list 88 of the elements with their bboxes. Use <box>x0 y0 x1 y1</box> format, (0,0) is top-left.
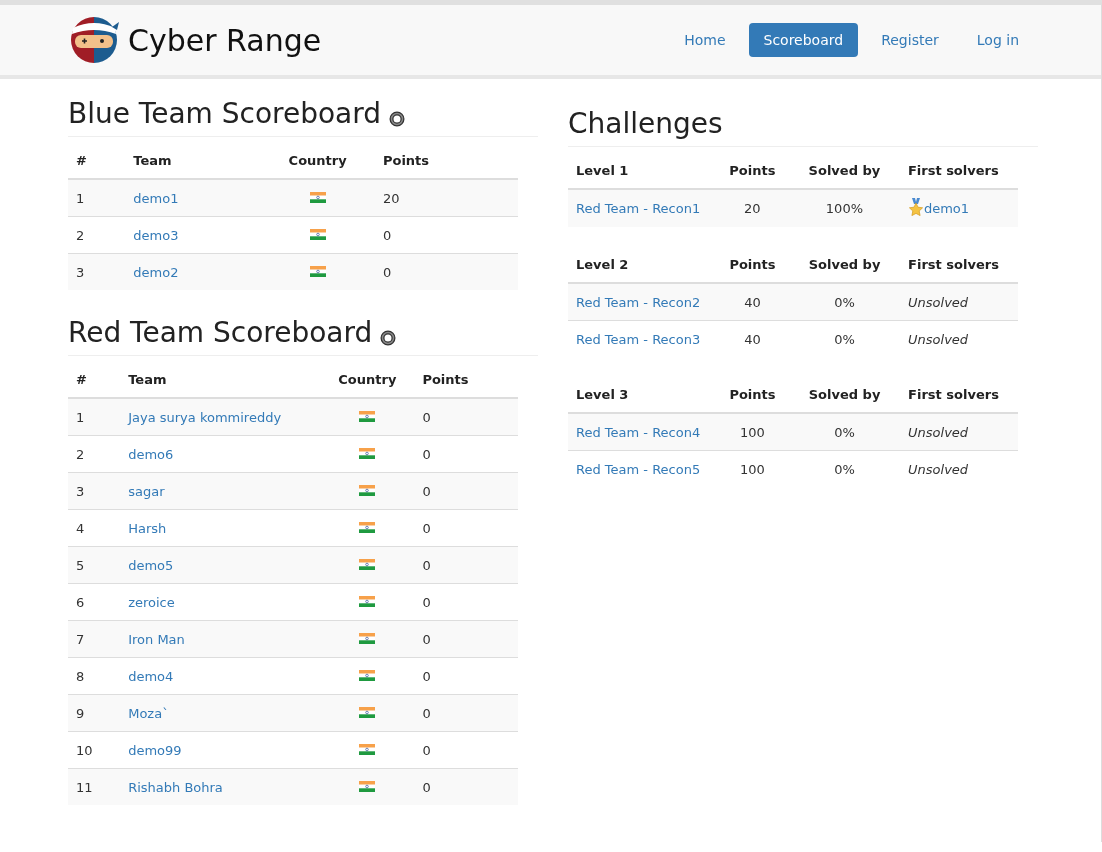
rank-cell: 1 <box>68 179 126 217</box>
rank-cell: 4 <box>68 509 121 547</box>
points-cell: 20 <box>715 189 789 227</box>
solved-percent-cell: 0% <box>789 320 901 357</box>
rank-cell: 2 <box>68 435 121 473</box>
team-link[interactable]: demo1 <box>133 190 179 206</box>
section-title: Red Team Scoreboard <box>68 316 373 349</box>
nav-link[interactable]: Home <box>669 23 741 57</box>
points-cell: 0 <box>414 398 518 436</box>
solved-percent-cell: 0% <box>789 283 901 321</box>
challenge-link[interactable]: Red Team - Recon4 <box>576 424 701 440</box>
nav-link[interactable]: Register <box>866 23 954 57</box>
rank-cell: 2 <box>68 216 126 254</box>
team-link[interactable]: demo5 <box>128 557 174 573</box>
challenge-link[interactable]: Red Team - Recon2 <box>576 294 701 310</box>
flag-icon <box>359 410 376 422</box>
solved-percent-cell: 0% <box>789 413 901 451</box>
rank-cell: 11 <box>68 768 121 805</box>
solved-percent-cell: 0% <box>789 450 901 487</box>
flag-icon <box>359 743 376 755</box>
points-cell: 0 <box>414 657 518 695</box>
rank-cell: 3 <box>68 472 121 510</box>
section-title: Blue Team Scoreboard <box>68 97 382 130</box>
rank-cell: 7 <box>68 620 121 658</box>
rank-cell: 10 <box>68 731 121 769</box>
points-cell: 0 <box>414 694 518 732</box>
points-cell: 0 <box>414 731 518 769</box>
rank-cell: 9 <box>68 694 121 732</box>
team-link[interactable]: demo3 <box>133 227 179 243</box>
section-title: Challenges <box>568 107 723 140</box>
team-link[interactable]: demo6 <box>128 446 174 462</box>
flag-icon <box>309 228 326 240</box>
rank-cell: 1 <box>68 398 121 436</box>
team-link[interactable]: Jaya surya kommireddy <box>128 409 282 425</box>
points-cell: 0 <box>414 435 518 473</box>
flag-icon <box>359 595 376 607</box>
unsolved-label: Unsolved <box>908 461 969 477</box>
team-link[interactable]: demo2 <box>133 264 179 280</box>
team-link[interactable]: Iron Man <box>128 631 185 647</box>
nav-link[interactable]: Scoreboard <box>748 23 859 57</box>
flag-icon <box>359 669 376 681</box>
points-cell: 0 <box>374 216 518 254</box>
points-cell: 20 <box>374 179 518 217</box>
team-link[interactable]: demo4 <box>128 668 174 684</box>
team-link[interactable]: Rishabh Bohra <box>128 779 223 795</box>
solver-link[interactable]: demo1 <box>923 201 970 216</box>
flag-icon <box>359 632 376 644</box>
points-cell: 0 <box>414 583 518 621</box>
unsolved-label: Unsolved <box>908 424 969 440</box>
medal-icon <box>907 198 924 216</box>
points-cell: 0 <box>414 768 518 805</box>
team-link[interactable]: sagar <box>128 483 165 499</box>
unsolved-label: Unsolved <box>908 294 969 310</box>
flag-icon <box>359 558 376 570</box>
flag-icon <box>359 447 376 459</box>
challenge-link[interactable]: Red Team - Recon3 <box>576 331 701 347</box>
challenge-link[interactable]: Red Team - Recon5 <box>576 461 701 477</box>
brand-title: Cyber Range <box>128 22 322 58</box>
rank-cell: 3 <box>68 253 126 290</box>
challenge-link[interactable]: Red Team - Recon1 <box>576 201 701 216</box>
points-cell: 0 <box>414 509 518 547</box>
points-cell: 0 <box>414 472 518 510</box>
flag-icon <box>309 265 326 277</box>
points-cell: 100 <box>715 413 790 451</box>
team-link[interactable]: demo99 <box>128 742 182 758</box>
points-cell: 0 <box>374 253 518 290</box>
points-cell: 40 <box>715 320 790 357</box>
spinner-icon <box>389 110 406 127</box>
points-cell: 0 <box>414 620 518 658</box>
solved-percent-cell: 100% <box>788 189 900 227</box>
nav-link[interactable]: Log in <box>961 23 1034 57</box>
rank-cell: 6 <box>68 583 121 621</box>
unsolved-label: Unsolved <box>908 331 969 347</box>
points-cell: 100 <box>715 450 790 487</box>
points-cell: 0 <box>414 546 518 584</box>
team-link[interactable]: Moza` <box>128 705 169 721</box>
flag-icon <box>359 521 376 533</box>
flag-icon <box>309 191 326 203</box>
rank-cell: 5 <box>68 546 121 584</box>
ninja-logo-icon <box>68 14 120 66</box>
points-cell: 40 <box>715 283 790 321</box>
flag-icon <box>359 484 376 496</box>
team-link[interactable]: zeroice <box>128 594 175 610</box>
spinner-icon <box>380 329 397 346</box>
rank-cell: 8 <box>68 657 121 695</box>
team-link[interactable]: Harsh <box>128 520 167 536</box>
flag-icon <box>359 706 376 718</box>
flag-icon <box>359 780 376 792</box>
